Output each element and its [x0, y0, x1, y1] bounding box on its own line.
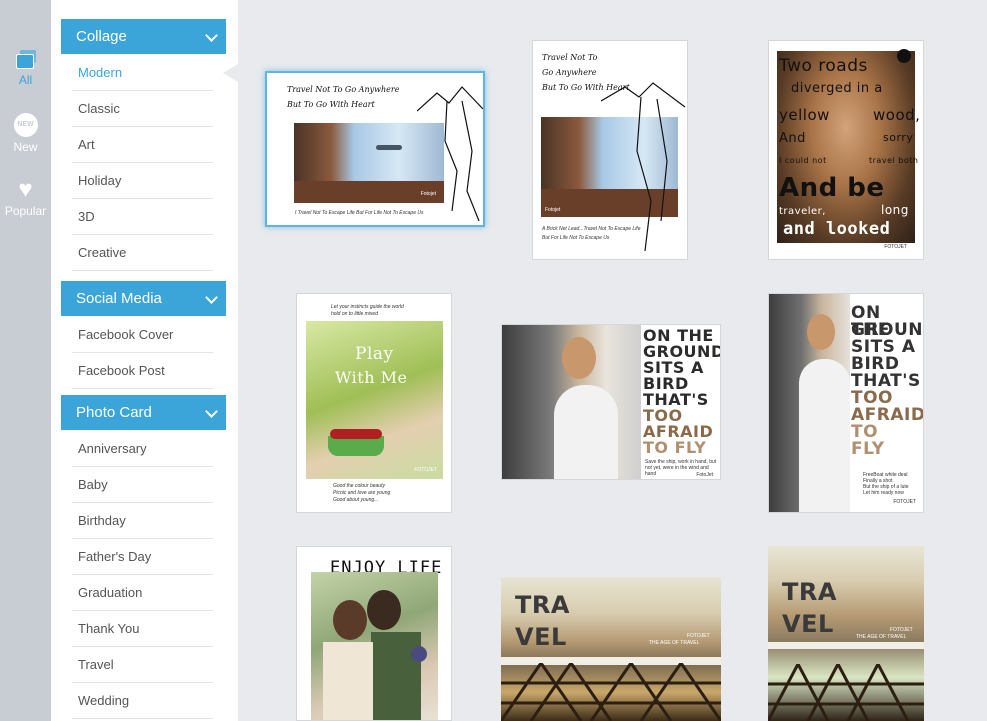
template-card-3[interactable]: Two roads diverged in a yellow wood, And…	[768, 40, 924, 260]
template-footer: Good about young...	[333, 497, 379, 503]
template-text: and looked	[783, 219, 891, 239]
template-card-4[interactable]: Let your instincts guide the world hold …	[296, 293, 452, 513]
template-title: VEL	[782, 610, 834, 638]
chevron-down-icon	[205, 405, 218, 418]
template-text: And	[779, 131, 806, 146]
template-text: long	[881, 203, 909, 217]
template-text: Travel Not To	[542, 53, 598, 62]
sun-icon	[897, 49, 911, 63]
template-card-9[interactable]: TRA VEL FOTOJET THE AGE OF TRAVEL	[768, 546, 924, 721]
template-text: And be	[779, 173, 885, 203]
woman-in-white-dress-photo	[502, 325, 641, 479]
template-card-6[interactable]: ON THE GROUND SITS A BIRD THAT'S TOO AFR…	[768, 293, 924, 513]
poster-note: Let him ready now	[863, 490, 904, 496]
template-text: I could not	[779, 156, 827, 165]
mountain-sketch	[417, 86, 483, 221]
template-text: hold on to little mixed	[331, 311, 378, 317]
category-item-classic[interactable]: Classic	[72, 91, 213, 127]
rail-item-new[interactable]: NEW New	[0, 113, 51, 154]
template-text: But To Go With Heart	[287, 100, 375, 109]
template-subtitle: FOTOJET	[890, 627, 913, 633]
category-item-baby[interactable]: Baby	[72, 467, 213, 503]
category-item-travel[interactable]: Travel	[72, 647, 213, 683]
template-text: Let your instincts guide the world	[331, 304, 404, 310]
template-text: Travel Not To Go Anywhere	[287, 85, 400, 94]
template-text: Go Anywhere	[542, 68, 597, 77]
template-title: VEL	[515, 623, 567, 651]
template-text: diverged in a	[791, 81, 883, 96]
template-footer: A Brick Net Lead...Travel Not To Escape …	[542, 226, 641, 232]
left-rail: All NEW New ♥ Popular	[0, 0, 51, 721]
template-card-2[interactable]: Travel Not To Go Anywhere But To Go With…	[532, 40, 688, 260]
template-text: travel both	[869, 156, 919, 165]
category-item-birthday[interactable]: Birthday	[72, 503, 213, 539]
category-item-wedding[interactable]: Wedding	[72, 683, 213, 719]
category-title: Photo Card	[76, 404, 152, 421]
template-text: sorry	[883, 131, 914, 144]
brand-mark: FOTOJET	[893, 499, 916, 505]
template-text: Two roads	[779, 56, 868, 76]
category-item-facebook-post[interactable]: Facebook Post	[72, 353, 213, 389]
selection-pointer	[223, 64, 238, 82]
template-card-1[interactable]: Travel Not To Go Anywhere But To Go With…	[265, 71, 485, 227]
template-card-7[interactable]: ENJOY LIFE	[296, 546, 452, 721]
template-footer: But For Life Not To Escape Us	[542, 235, 610, 241]
bridge-structure	[501, 663, 721, 721]
category-title: Collage	[76, 28, 127, 45]
template-title: With Me	[335, 368, 408, 387]
category-item-facebook-cover[interactable]: Facebook Cover	[72, 317, 213, 353]
poster-line: TO FLY	[643, 438, 707, 457]
rail-item-label: All	[18, 73, 33, 87]
new-badge-icon: NEW	[13, 113, 38, 137]
brand-mark: FOTOJET	[884, 244, 907, 250]
category-header-social-media[interactable]: Social Media	[61, 281, 226, 316]
template-title: TRA	[515, 591, 570, 619]
template-footer: Picnic and love are young	[333, 490, 391, 496]
category-header-photo-card[interactable]: Photo Card	[61, 395, 226, 430]
bridge-structure	[768, 664, 924, 721]
category-item-holiday[interactable]: Holiday	[72, 163, 213, 199]
template-text: traveler,	[779, 206, 826, 217]
category-item-graduation[interactable]: Graduation	[72, 575, 213, 611]
template-footer: Good the colour beauty	[333, 483, 385, 489]
poster-text-block: ON THE GROUND SITS A BIRD THAT'S TOO AFR…	[851, 294, 923, 512]
category-title: Social Media	[76, 290, 162, 307]
category-panel: Collage Modern Classic Art Holiday 3D Cr…	[51, 0, 238, 721]
category-item-art[interactable]: Art	[72, 127, 213, 163]
heart-icon: ♥	[18, 176, 33, 203]
poster-text-block: ON THE GROUND SITS A BIRD THAT'S TOO AFR…	[643, 325, 720, 479]
poster-line: FLY	[851, 439, 885, 459]
category-item-thank-you[interactable]: Thank You	[72, 611, 213, 647]
chevron-down-icon	[205, 29, 218, 42]
stack-icon	[14, 50, 38, 70]
category-header-collage[interactable]: Collage	[61, 19, 226, 54]
template-subtitle: THE AGE OF TRAVEL	[649, 640, 700, 646]
couple-photo	[311, 572, 438, 720]
template-subtitle: THE AGE OF TRAVEL	[856, 634, 907, 640]
template-footer: I Travel Not To Escape Life But For Life…	[295, 210, 424, 216]
rail-item-label: Popular	[4, 204, 47, 218]
category-item-3d[interactable]: 3D	[72, 199, 213, 235]
category-item-fathers-day[interactable]: Father's Day	[72, 539, 213, 575]
template-card-5[interactable]: ON THE GROUND SITS A BIRD THAT'S TOO AFR…	[501, 324, 721, 480]
brand-mark: FOTOJET	[414, 467, 437, 473]
chevron-down-icon	[205, 291, 218, 304]
category-item-modern[interactable]: Modern	[72, 55, 213, 91]
category-item-creative[interactable]: Creative	[72, 235, 213, 271]
category-item-anniversary[interactable]: Anniversary	[72, 431, 213, 467]
rail-item-popular[interactable]: ♥ Popular	[0, 176, 51, 219]
brand-mark: Fotojet	[545, 207, 561, 213]
rail-item-label: New	[13, 140, 38, 154]
template-text: yellow	[779, 106, 830, 124]
template-text: wood,	[873, 106, 921, 124]
template-title: TRA	[782, 578, 837, 606]
brand-mark: FotoJet	[696, 472, 713, 478]
template-title: Play	[355, 344, 394, 364]
template-subtitle: FOTOJET	[687, 633, 710, 639]
template-card-8[interactable]: TRA VEL FOTOJET THE AGE OF TRAVEL	[501, 577, 721, 721]
woman-in-white-dress-photo	[769, 294, 850, 512]
rail-item-all[interactable]: All	[0, 50, 51, 87]
